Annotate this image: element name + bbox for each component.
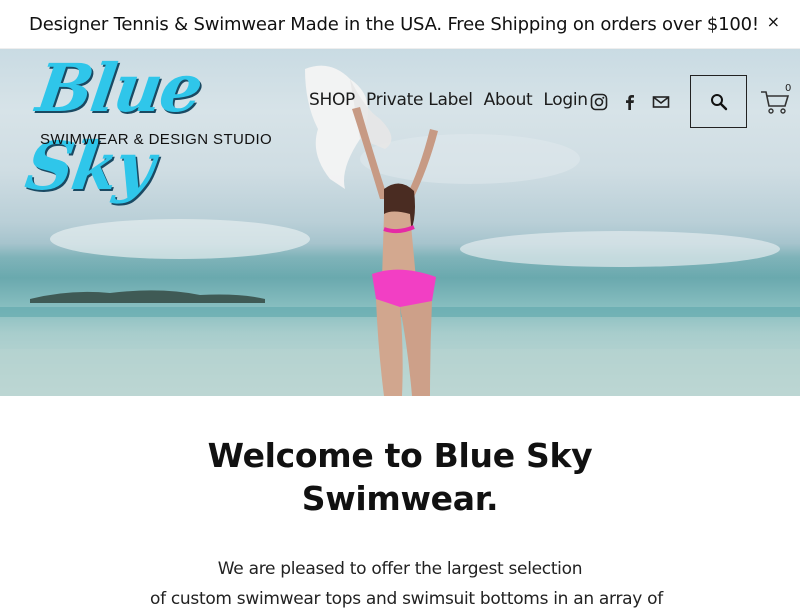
cart-count: 0 bbox=[785, 83, 792, 94]
main-nav: SHOP Private Label About Login bbox=[309, 90, 599, 110]
nav-shop[interactable]: SHOP bbox=[309, 90, 355, 110]
intro-text: We are pleased to offer the largest sele… bbox=[150, 554, 663, 614]
search-button[interactable] bbox=[690, 75, 747, 128]
nav-private-label[interactable]: Private Label bbox=[366, 90, 473, 110]
announcement-bar: Designer Tennis & Swimwear Made in the U… bbox=[0, 0, 800, 49]
logo-subtitle: SWIMWEAR & DESIGN STUDIO bbox=[40, 131, 273, 148]
logo-wordmark: Blue Sky bbox=[21, 49, 206, 205]
page-title: Welcome to Blue Sky Swimwear. bbox=[200, 434, 600, 520]
nav-login[interactable]: Login bbox=[543, 90, 588, 110]
instagram-icon[interactable] bbox=[590, 93, 608, 111]
nav-about[interactable]: About bbox=[484, 90, 533, 110]
brand-logo[interactable]: Blue Sky SWIMWEAR & DESIGN STUDIO bbox=[21, 49, 273, 205]
announcement-text: Designer Tennis & Swimwear Made in the U… bbox=[29, 13, 759, 35]
page-title-line-1: Welcome to Blue Sky bbox=[207, 436, 593, 475]
email-icon[interactable] bbox=[652, 93, 670, 111]
search-icon bbox=[710, 93, 727, 110]
close-icon[interactable]: × bbox=[767, 13, 780, 31]
facebook-icon[interactable] bbox=[621, 93, 639, 111]
social-links bbox=[590, 93, 670, 111]
intro-line-2: of custom swimwear tops and swimsuit bot… bbox=[150, 589, 663, 609]
page-title-line-2: Swimwear. bbox=[301, 479, 499, 518]
intro-line-1: We are pleased to offer the largest sele… bbox=[217, 559, 583, 579]
